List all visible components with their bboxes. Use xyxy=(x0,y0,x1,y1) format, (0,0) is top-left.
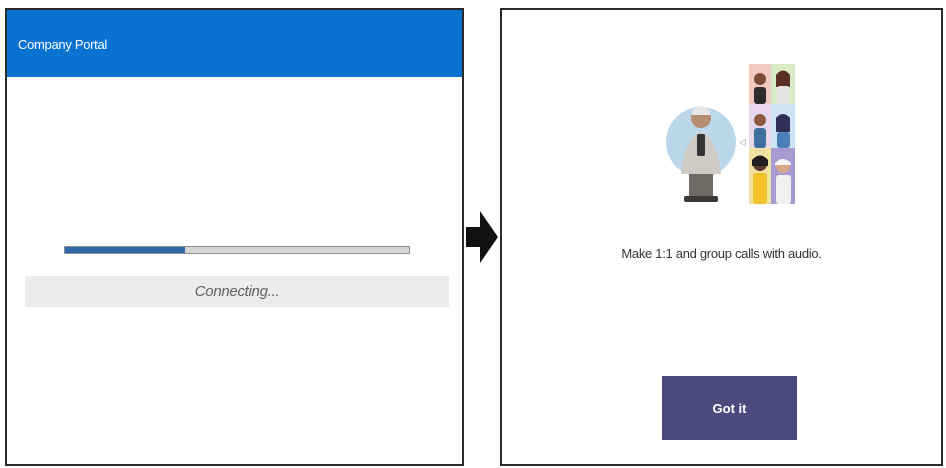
audio-glyph-icon: ◁ xyxy=(739,138,746,148)
participant-grid xyxy=(749,64,795,204)
company-portal-screen: Company Portal Connecting... xyxy=(5,8,464,466)
got-it-button[interactable]: Got it xyxy=(662,376,797,440)
feature-message: Make 1:1 and group calls with audio. xyxy=(621,246,822,261)
progress-bar-fill xyxy=(65,247,186,253)
right-arrow-icon xyxy=(466,211,498,263)
app-title: Company Portal xyxy=(18,37,108,52)
app-bar: Company Portal xyxy=(7,10,462,77)
status-text: Connecting... xyxy=(194,283,280,300)
progress-bar xyxy=(64,246,410,254)
teams-onboarding-screen: ◁ Make 1:1 and group calls with audio. G… xyxy=(500,8,943,466)
status-bar: Connecting... xyxy=(25,276,449,307)
group-call-illustration: ◁ xyxy=(666,64,795,204)
